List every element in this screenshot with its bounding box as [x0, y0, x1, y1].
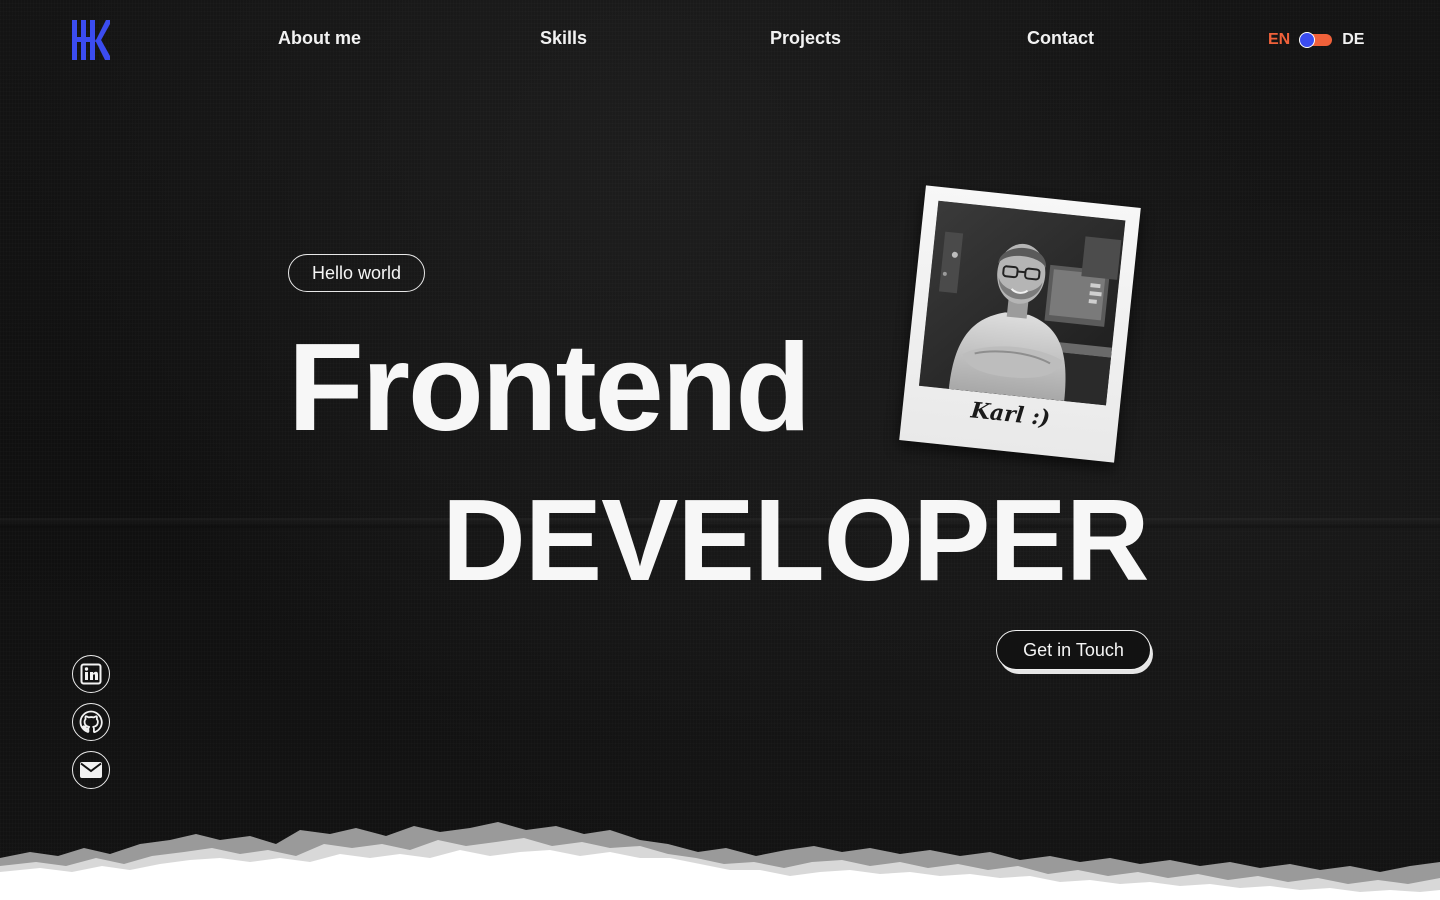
logo[interactable]: [72, 20, 110, 60]
language-switch: EN DE: [1268, 28, 1364, 52]
nav-link-skills[interactable]: Skills: [540, 28, 587, 49]
headline-frontend: Frontend: [288, 319, 811, 457]
mail-icon: [80, 762, 102, 778]
get-in-touch-button[interactable]: Get in Touch: [996, 630, 1151, 670]
torn-paper-edge: [0, 822, 1440, 900]
headline-developer: DEVELOPER: [442, 475, 1149, 605]
profile-photo: [918, 200, 1126, 406]
nav-link-projects[interactable]: Projects: [770, 28, 841, 49]
nav-link-contact[interactable]: Contact: [1027, 28, 1094, 49]
github-link[interactable]: [72, 703, 110, 741]
linkedin-link[interactable]: [72, 655, 110, 693]
logo-mark-icon: [72, 20, 110, 60]
mail-link[interactable]: [72, 751, 110, 789]
polaroid-photo: Karl :): [899, 185, 1141, 463]
language-option-de[interactable]: DE: [1342, 31, 1364, 49]
github-icon: [79, 710, 103, 734]
language-toggle-knob: [1299, 32, 1316, 48]
language-option-en[interactable]: EN: [1268, 31, 1290, 49]
greeting-pill: Hello world: [288, 254, 426, 292]
linkedin-icon: [80, 663, 102, 685]
portrait-image: [918, 200, 1126, 406]
language-toggle[interactable]: [1299, 32, 1333, 48]
nav-link-about-me[interactable]: About me: [278, 28, 361, 49]
